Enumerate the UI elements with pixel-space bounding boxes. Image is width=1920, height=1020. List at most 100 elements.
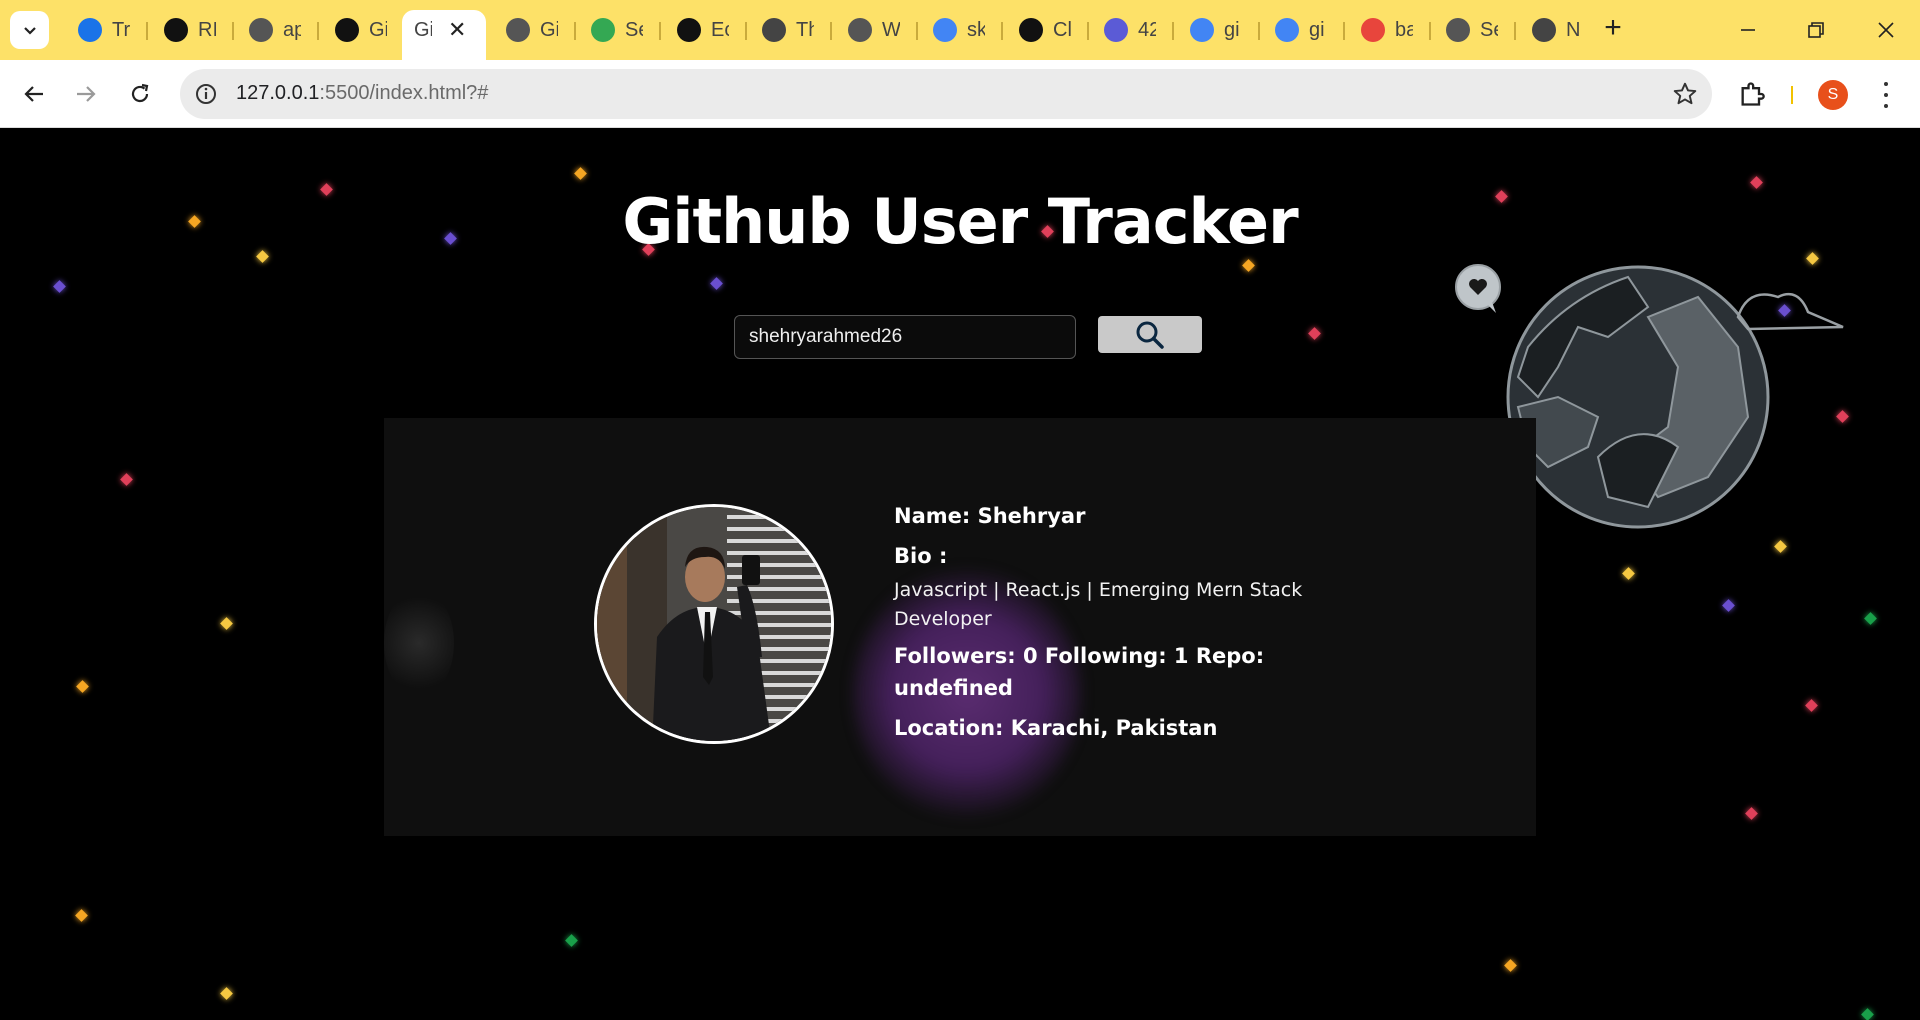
- tab-title: RI: [198, 18, 216, 41]
- chevron-down-icon: [23, 27, 36, 35]
- browser-tab[interactable]: gi: [1263, 10, 1339, 50]
- star-decoration: [53, 280, 66, 293]
- new-tab-button[interactable]: +: [1598, 13, 1628, 44]
- star-decoration: [75, 909, 88, 922]
- bio-label: Bio :: [894, 544, 948, 568]
- browser-tab[interactable]: Se: [579, 10, 655, 50]
- google-icon: [933, 18, 957, 42]
- tab-title: Gi: [540, 18, 558, 41]
- username-search-input[interactable]: [734, 315, 1076, 359]
- close-window-button[interactable]: [1866, 10, 1906, 50]
- tab-separator: [745, 22, 747, 40]
- arrow-left-icon: [24, 86, 43, 102]
- browser-tab[interactable]: Se: [1434, 10, 1510, 50]
- close-icon: [1878, 22, 1894, 38]
- profile-avatar[interactable]: S: [1818, 80, 1848, 110]
- browser-toolbar: 127.0.0.1:5500/index.html?# S: [0, 60, 1920, 128]
- globe-icon: [1446, 18, 1470, 42]
- tab-title: N: [1566, 18, 1581, 41]
- star-decoration: [1745, 807, 1758, 820]
- browser-tab[interactable]: Gi: [494, 10, 570, 50]
- browser-tab[interactable]: Ec: [665, 10, 741, 50]
- url-host: 127.0.0.1: [236, 82, 320, 104]
- tab-separator: [1087, 22, 1089, 40]
- background-blur-decoration: [384, 588, 454, 698]
- tab-title: Ec: [711, 18, 729, 41]
- tab-title: sk: [967, 18, 985, 41]
- page-content: Github User Tracker shehryarahmed26 Name…: [0, 129, 1920, 1020]
- tab-title: Tr: [112, 18, 130, 41]
- browser-tab[interactable]: RI: [152, 10, 228, 50]
- star-decoration: [710, 277, 723, 290]
- globe-icon: [249, 18, 273, 42]
- browser-menu-icon[interactable]: [1874, 78, 1898, 112]
- search-button[interactable]: [1098, 316, 1202, 353]
- tab-title: Se: [625, 18, 643, 41]
- globe-icon: [848, 18, 872, 42]
- openai-icon: [1019, 18, 1043, 42]
- tab-separator: [1429, 22, 1431, 40]
- chat-heart-icon: [1455, 264, 1501, 313]
- browser-tab[interactable]: N: [1520, 10, 1596, 50]
- asterisk-icon: [1361, 18, 1385, 42]
- minimize-icon: [1741, 29, 1755, 31]
- back-button[interactable]: [14, 74, 54, 114]
- arrow-right-icon: [77, 86, 96, 102]
- chrome-icon: [1532, 18, 1556, 42]
- css-icon: [762, 18, 786, 42]
- tab-separator: [1172, 22, 1174, 40]
- close-tab-icon[interactable]: ✕: [448, 17, 466, 43]
- reload-button[interactable]: [120, 74, 160, 114]
- tab-title: W: [882, 18, 900, 41]
- tab-separator: [574, 22, 576, 40]
- address-bar[interactable]: 127.0.0.1:5500/index.html?#: [180, 69, 1712, 119]
- tab-separator: [1258, 22, 1260, 40]
- browser-tab[interactable]: ba: [1349, 10, 1425, 50]
- tab-separator: [830, 22, 832, 40]
- extensions-puzzle-icon[interactable]: [1738, 80, 1766, 113]
- browser-tab[interactable]: gi: [1178, 10, 1254, 50]
- user-stats: Followers: 0 Following: 1 Repo: undefine…: [894, 644, 1265, 700]
- star-decoration: [76, 680, 89, 693]
- browser-tab[interactable]: Cl: [1007, 10, 1083, 50]
- browser-tab[interactable]: Gi: [323, 10, 399, 50]
- tab-title: Se: [1480, 18, 1498, 41]
- star-decoration: [1722, 599, 1735, 612]
- bio-text: Javascript | React.js | Emerging Mern St…: [894, 579, 1303, 630]
- restore-button[interactable]: [1796, 10, 1836, 50]
- google-apps-icon: [591, 18, 615, 42]
- browser-tab[interactable]: W: [836, 10, 912, 50]
- browser-tab[interactable]: sk: [921, 10, 997, 50]
- tab-title: Cl: [1053, 18, 1071, 41]
- browser-tab[interactable]: ap: [237, 10, 313, 50]
- star-decoration: [1861, 1008, 1874, 1020]
- browser-tab[interactable]: Tr: [66, 10, 142, 50]
- tab-separator: [146, 22, 148, 40]
- star-decoration: [1805, 699, 1818, 712]
- browser-tab[interactable]: 42: [1092, 10, 1168, 50]
- user-avatar: [594, 504, 834, 744]
- google-icon: [1190, 18, 1214, 42]
- tab-title: Th: [796, 18, 814, 41]
- minimize-button[interactable]: [1728, 10, 1768, 50]
- tab-search-button[interactable]: [10, 11, 49, 49]
- browser-tab[interactable]: Gi ✕: [402, 10, 486, 60]
- star-decoration: [220, 617, 233, 630]
- star-decoration: [1308, 327, 1321, 340]
- star-decoration: [1864, 612, 1877, 625]
- url-path: :5500/index.html?#: [319, 82, 489, 104]
- page-title: Github User Tracker: [622, 185, 1298, 258]
- tab-title: ba: [1395, 18, 1413, 41]
- tab-strip: Tr RI ap Gi Gi ✕ Gi Se Ec Th Wsk Cl 42 gi gi ba Se N +: [0, 0, 1920, 60]
- star-decoration: [120, 473, 133, 486]
- browser-tab[interactable]: Th: [750, 10, 826, 50]
- forward-button[interactable]: [66, 74, 106, 114]
- tab-separator: [1343, 22, 1345, 40]
- user-name: Name: Shehryar: [894, 504, 1086, 528]
- tab-title: 42: [1138, 18, 1156, 41]
- reload-icon: [131, 83, 149, 103]
- tab-separator: [232, 22, 234, 40]
- bookmark-star-icon[interactable]: [1672, 81, 1698, 112]
- tab-separator: [916, 22, 918, 40]
- user-profile-card: Name: Shehryar Bio : Javascript | React.…: [384, 418, 1536, 836]
